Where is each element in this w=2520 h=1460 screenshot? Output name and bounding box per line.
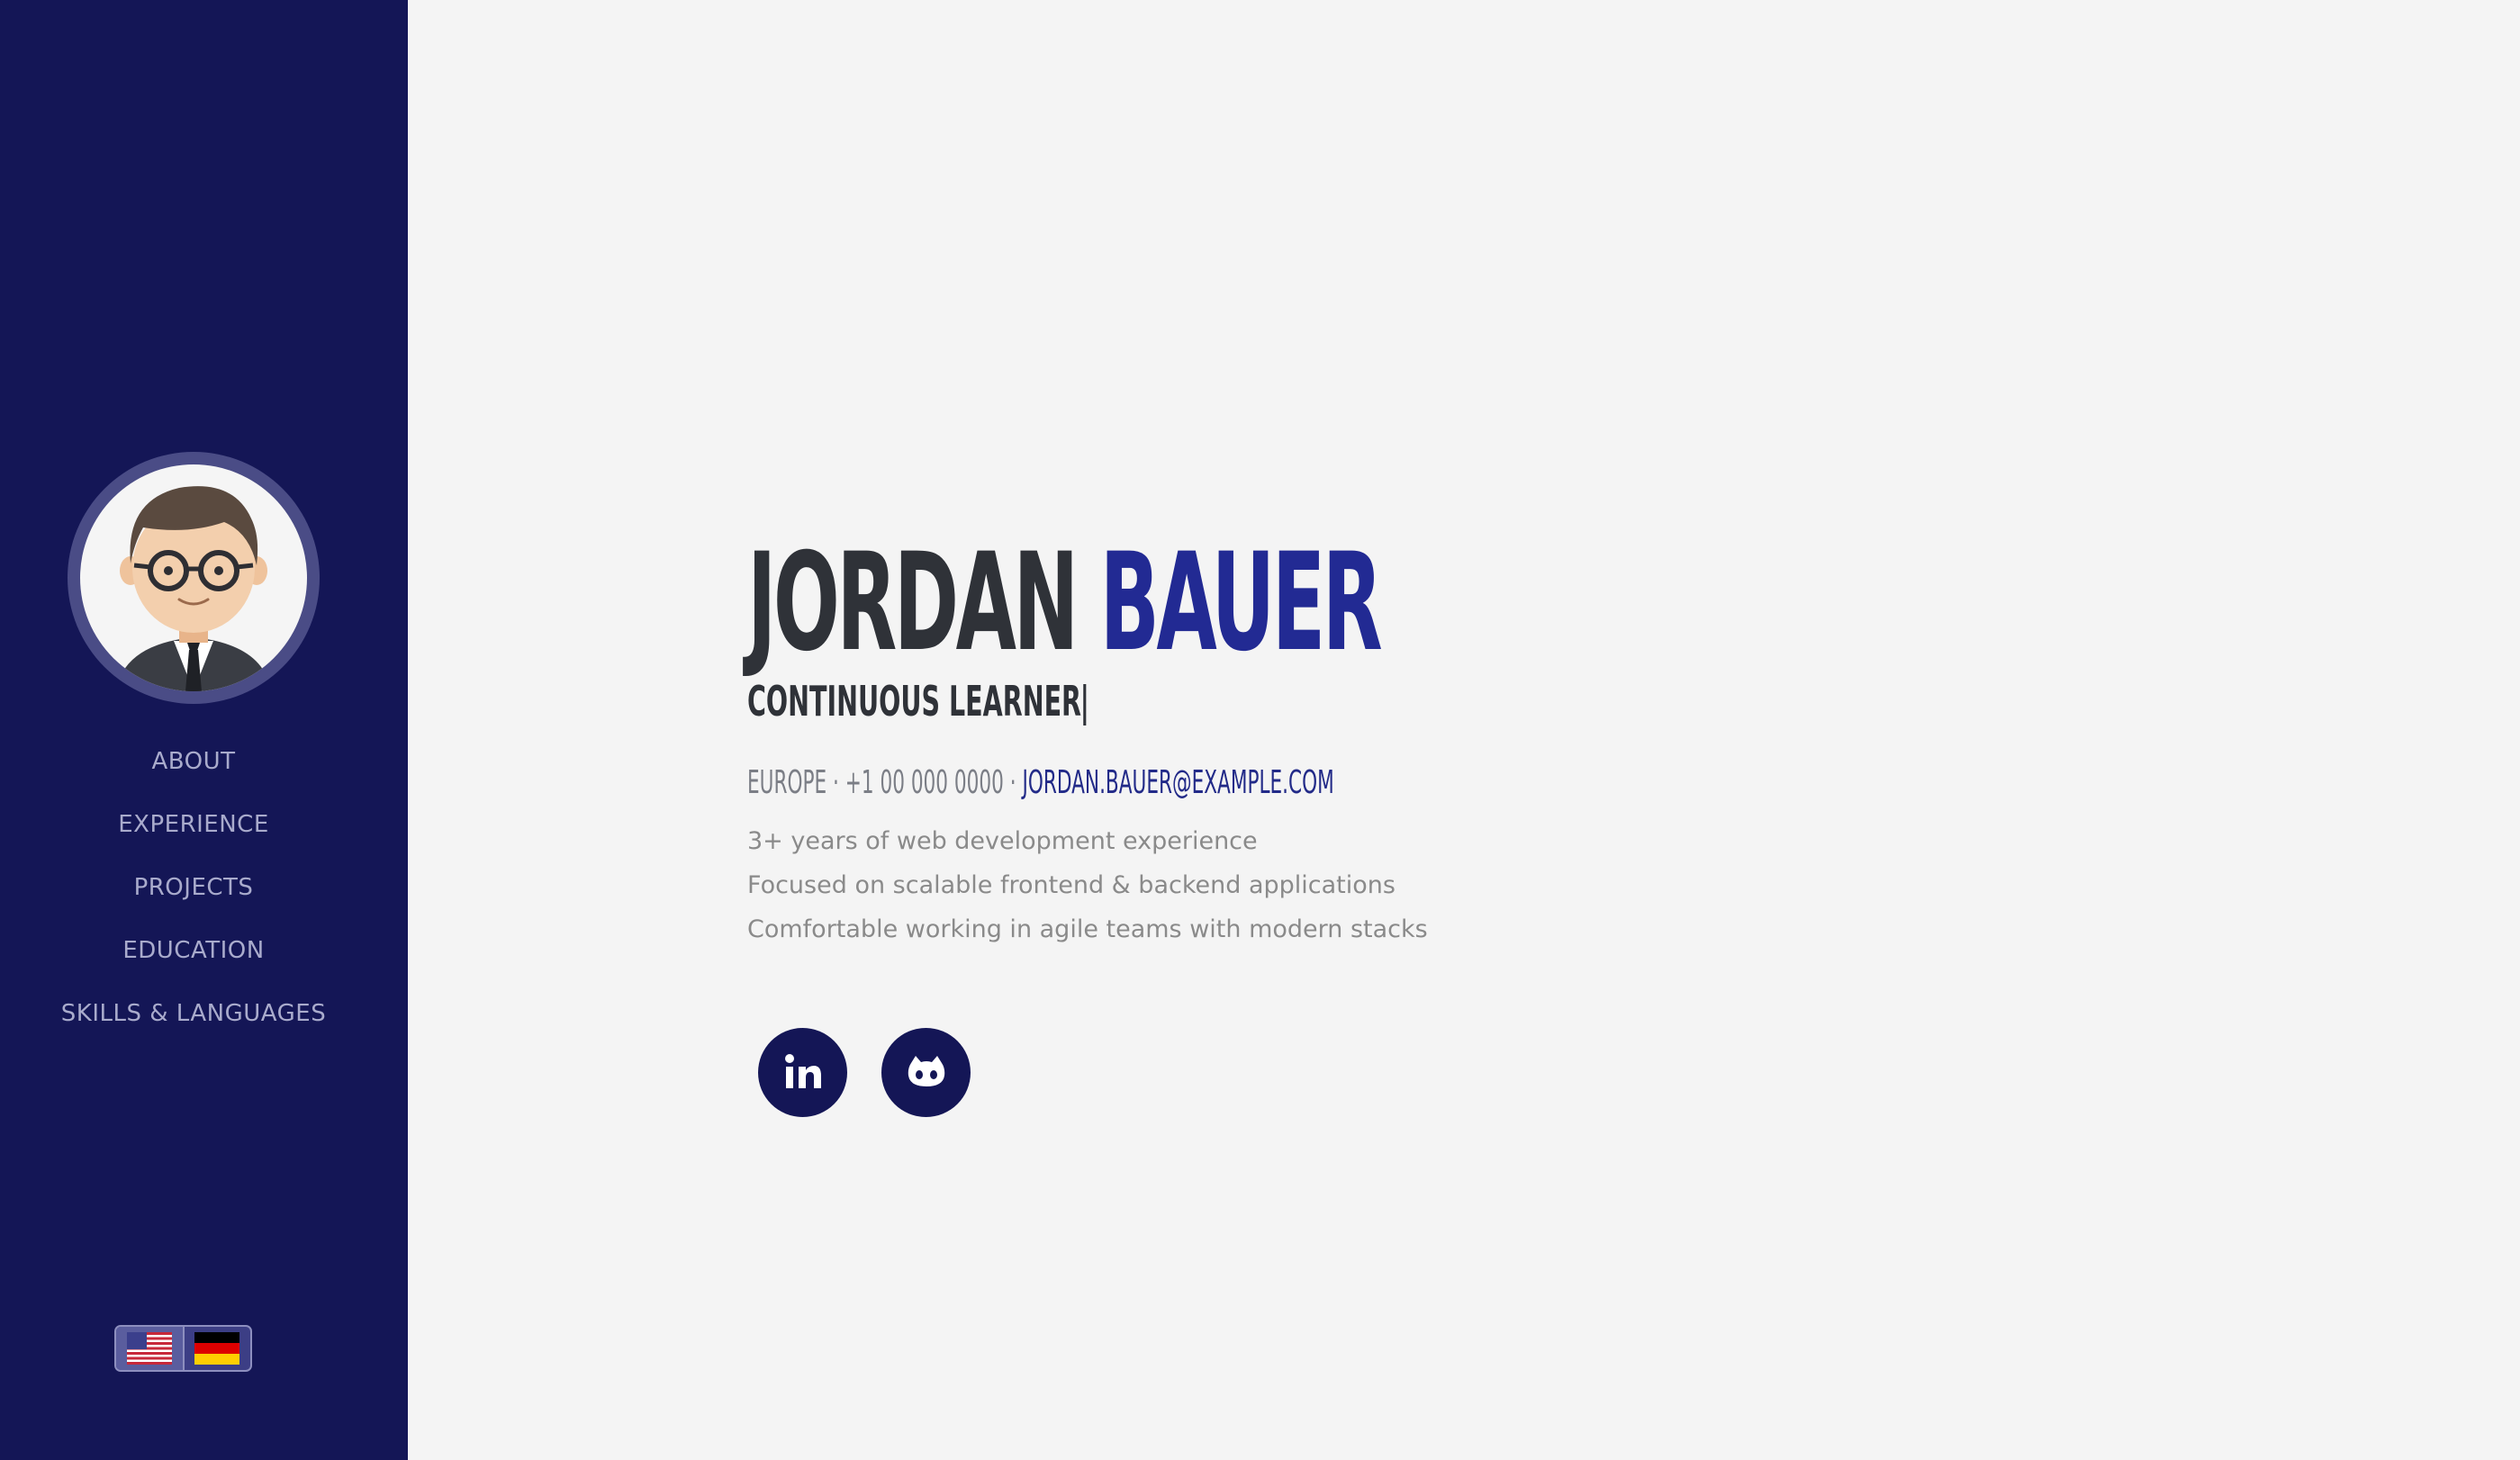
linkedin-button[interactable]: [758, 1028, 847, 1117]
highlight-item: Comfortable working in agile teams with …: [747, 915, 1428, 943]
nav-item-experience[interactable]: EXPERIENCE: [0, 801, 387, 864]
sidebar-nav: ABOUT EXPERIENCE PROJECTS EDUCATION SKIL…: [0, 738, 387, 1053]
nav-item-about[interactable]: ABOUT: [0, 738, 387, 801]
tagline: CONTINUOUS LEARNER: [747, 675, 1423, 727]
email-link[interactable]: JORDAN.BAUER@EXAMPLE.COM: [1023, 764, 1334, 801]
nav-item-skills-languages[interactable]: SKILLS & LANGUAGES: [0, 990, 387, 1053]
first-name: JORDAN: [747, 525, 1079, 681]
highlight-item: 3+ years of web development experience: [747, 827, 1258, 855]
contact-line: EUROPE · +1 00 000 0000 · JORDAN.BAUER@E…: [747, 762, 1401, 805]
tagline-text: CONTINUOUS LEARNER: [747, 677, 1082, 725]
separator: ·: [833, 764, 839, 801]
nav-item-projects[interactable]: PROJECTS: [0, 864, 387, 927]
github-icon: [908, 1055, 944, 1086]
typing-cursor: [1083, 683, 1087, 725]
linkedin-icon: [784, 1053, 821, 1088]
language-switcher: [114, 1325, 252, 1372]
de-flag-icon: [194, 1332, 240, 1365]
social-links: [758, 1028, 971, 1117]
nav-item-education[interactable]: EDUCATION: [0, 927, 387, 990]
language-en-button[interactable]: [116, 1327, 183, 1370]
github-button[interactable]: [881, 1028, 971, 1117]
separator: ·: [1009, 764, 1016, 801]
highlight-item: Focused on scalable frontend & backend a…: [747, 871, 1395, 899]
avatar-illustration: [116, 486, 271, 691]
location: EUROPE: [747, 764, 827, 801]
avatar: [68, 452, 320, 704]
highlights: 3+ years of web development experience F…: [747, 819, 1838, 951]
hero: JORDAN BAUER CONTINUOUS LEARNER EUROPE ·…: [747, 531, 1838, 951]
phone: +1 00 000 0000: [845, 764, 1004, 801]
sidebar: ABOUT EXPERIENCE PROJECTS EDUCATION SKIL…: [0, 0, 408, 1460]
full-name: JORDAN BAUER: [747, 531, 1383, 675]
last-name: BAUER: [1099, 525, 1383, 681]
language-de-button[interactable]: [182, 1327, 251, 1370]
us-flag-icon: [126, 1332, 172, 1365]
